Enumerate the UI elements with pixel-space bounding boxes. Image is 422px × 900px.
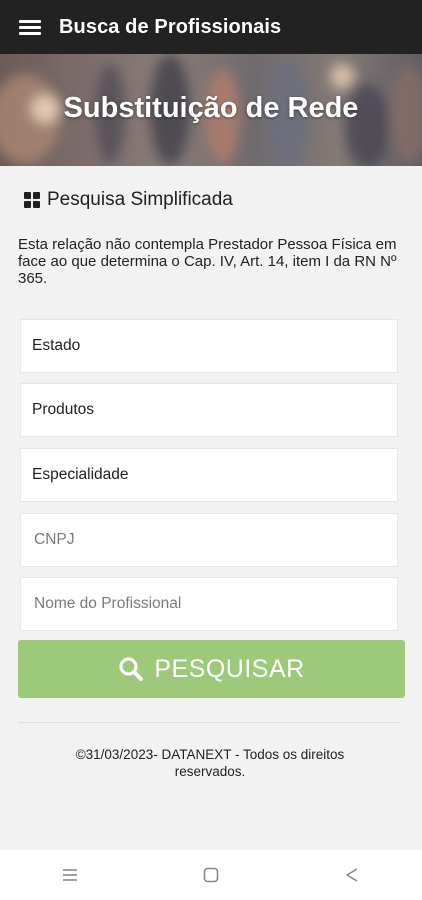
- nome-field-box: [20, 577, 398, 631]
- produtos-select[interactable]: Produtos: [20, 383, 398, 437]
- home-button[interactable]: [181, 855, 241, 895]
- produtos-label: Produtos: [32, 401, 95, 418]
- cnpj-input[interactable]: [32, 531, 397, 549]
- app-title: Busca de Profissionais: [59, 15, 282, 38]
- back-button[interactable]: [322, 855, 382, 895]
- estado-select[interactable]: Estado: [20, 319, 398, 373]
- recent-apps-button[interactable]: [40, 855, 100, 895]
- estado-label: Estado: [32, 337, 81, 354]
- nome-profissional-input[interactable]: [32, 595, 397, 613]
- hero-title: Substituição de Rede: [63, 92, 359, 124]
- menu-button[interactable]: [0, 0, 60, 54]
- system-nav-bar: [0, 850, 422, 900]
- recent-apps-icon: [63, 869, 78, 881]
- grid-icon: [24, 192, 40, 208]
- search-button[interactable]: PESQUISAR: [18, 640, 405, 698]
- search-button-label: PESQUISAR: [154, 654, 305, 683]
- section-title-label: Pesquisa Simplificada: [47, 189, 233, 210]
- hamburger-icon: [19, 17, 41, 38]
- cnpj-field-box: [20, 513, 398, 567]
- section-title: Pesquisa Simplificada: [24, 189, 233, 211]
- home-icon: [203, 867, 219, 883]
- search-icon: [119, 657, 144, 681]
- hero-banner: Substituição de Rede: [0, 54, 422, 166]
- notice-text: Esta relação não contempla Prestador Pes…: [18, 236, 397, 287]
- especialidade-select[interactable]: Especialidade: [20, 448, 398, 502]
- back-icon: [345, 868, 358, 882]
- especialidade-label: Especialidade: [32, 466, 129, 483]
- footer-text: ©31/03/2023- DATANEXT - Todos os direito…: [75, 747, 345, 779]
- app-bar: Busca de Profissionais: [0, 0, 422, 54]
- divider: [18, 722, 400, 723]
